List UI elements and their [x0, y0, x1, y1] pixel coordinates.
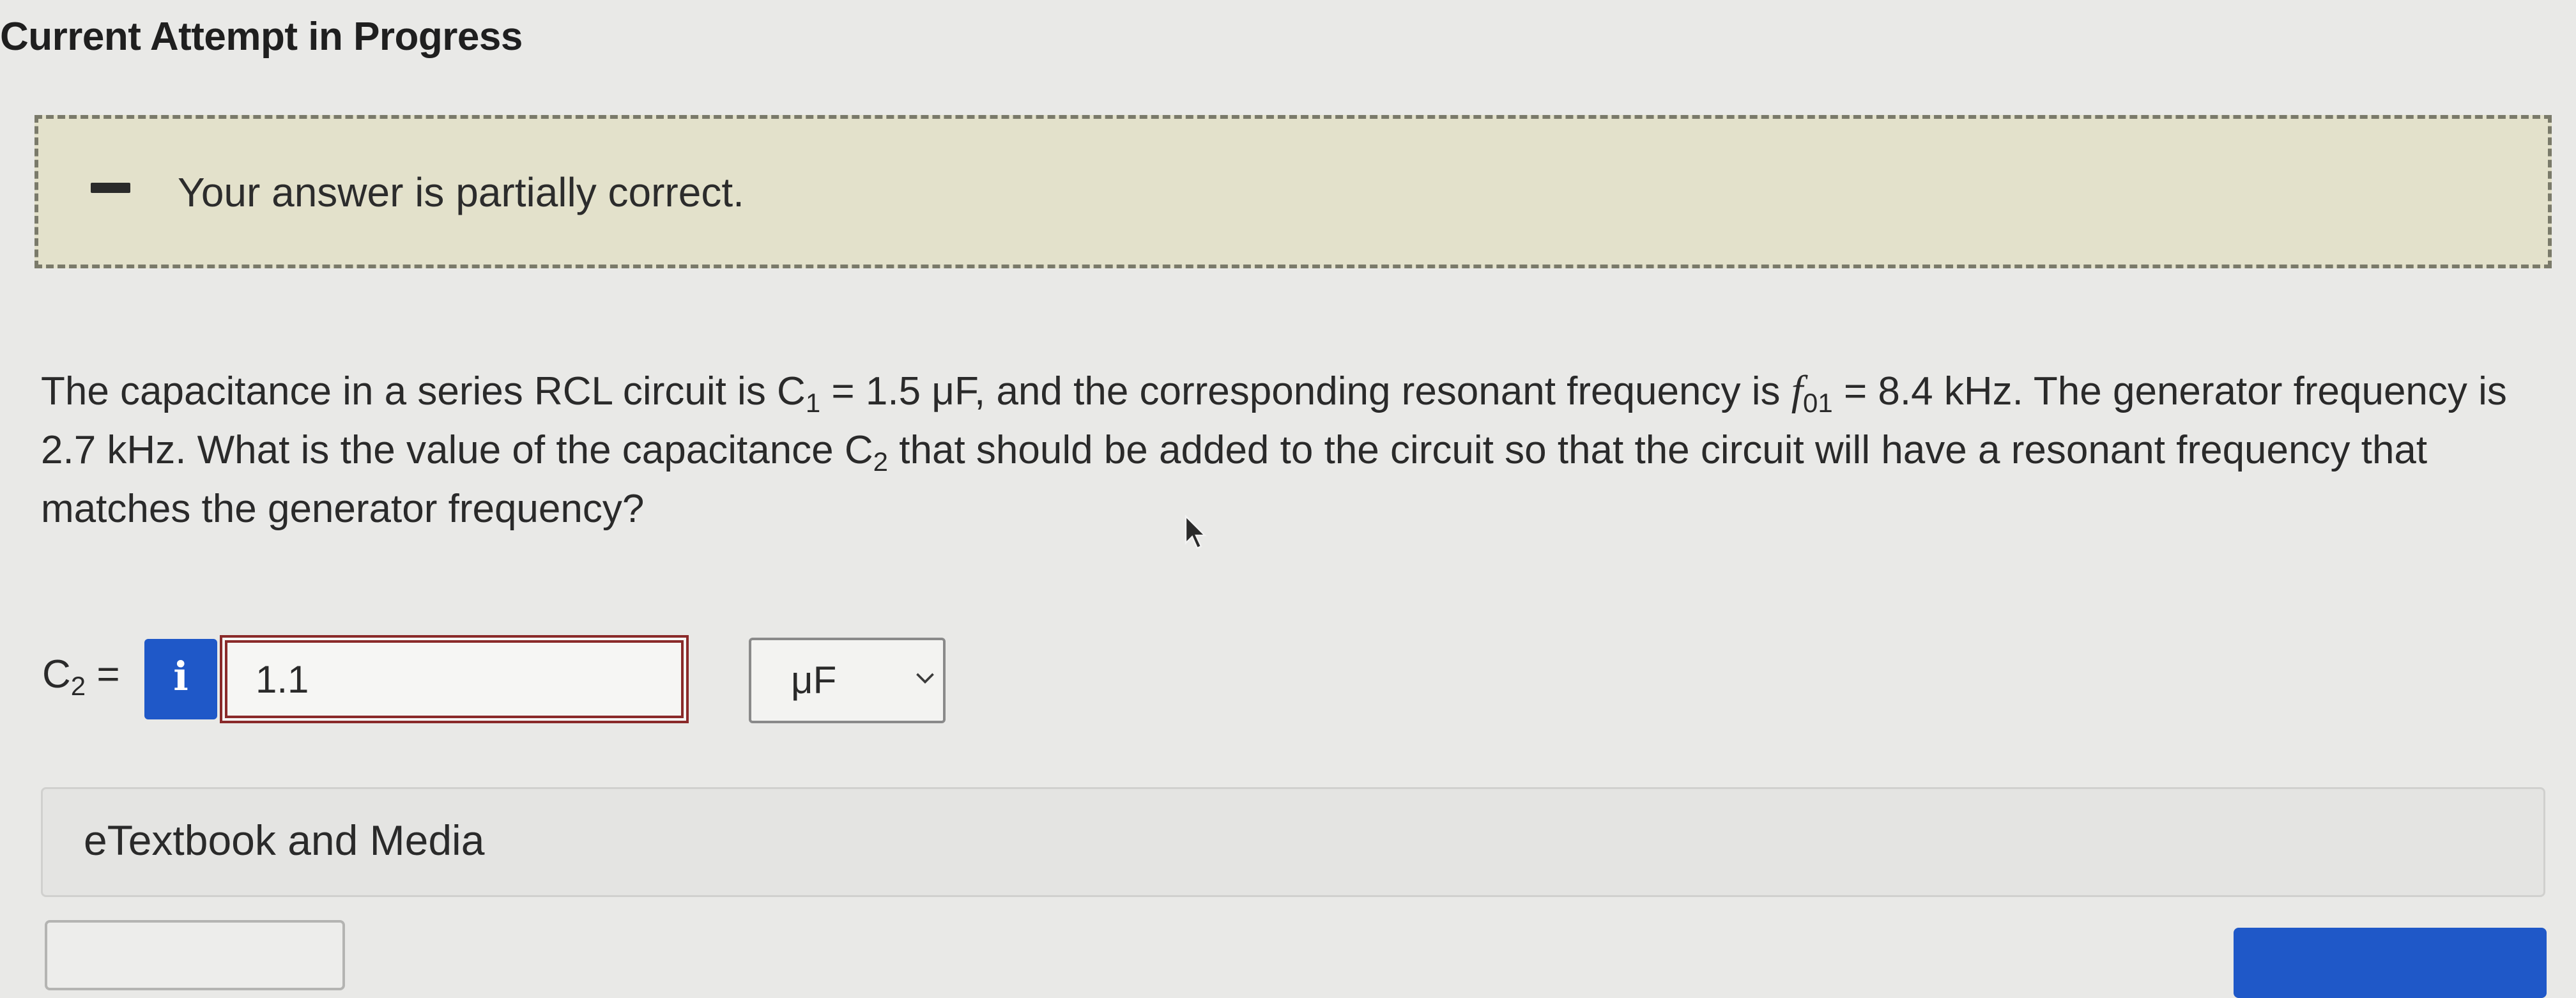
c2-subscript: 2: [873, 447, 889, 477]
answer-label-eq: =: [86, 652, 120, 696]
answer-input[interactable]: [220, 635, 689, 723]
feedback-message: Your answer is partially correct.: [178, 169, 744, 215]
unit-dropdown[interactable]: μF: [749, 638, 946, 723]
unit-selected-value: μF: [791, 659, 837, 702]
feedback-banner: Your answer is partially correct.: [34, 115, 2552, 268]
dash-icon: [91, 183, 130, 193]
f01-subscript: 01: [1803, 388, 1833, 418]
answer-label: C2 =: [42, 652, 120, 700]
etextbook-media-panel[interactable]: eTextbook and Media: [41, 787, 2545, 897]
mouse-cursor-icon: [1184, 515, 1207, 549]
primary-button[interactable]: [2234, 928, 2547, 998]
answer-label-main: C: [42, 652, 71, 696]
frequency-symbol: f: [1791, 367, 1804, 414]
secondary-button[interactable]: [45, 920, 345, 990]
chevron-down-icon: [916, 673, 934, 684]
question-part-1: The capacitance in a series RCL circuit …: [41, 369, 806, 413]
question-part-2: = 1.5 μF, and the corresponding resonant…: [820, 369, 1791, 413]
info-button[interactable]: i: [144, 639, 217, 719]
question-text: The capacitance in a series RCL circuit …: [41, 362, 2558, 539]
info-icon: i: [173, 653, 188, 700]
page-title: Current Attempt in Progress: [0, 15, 523, 59]
answer-label-sub: 2: [70, 671, 86, 701]
etextbook-media-label: eTextbook and Media: [84, 817, 485, 864]
c1-subscript: 1: [805, 388, 821, 418]
